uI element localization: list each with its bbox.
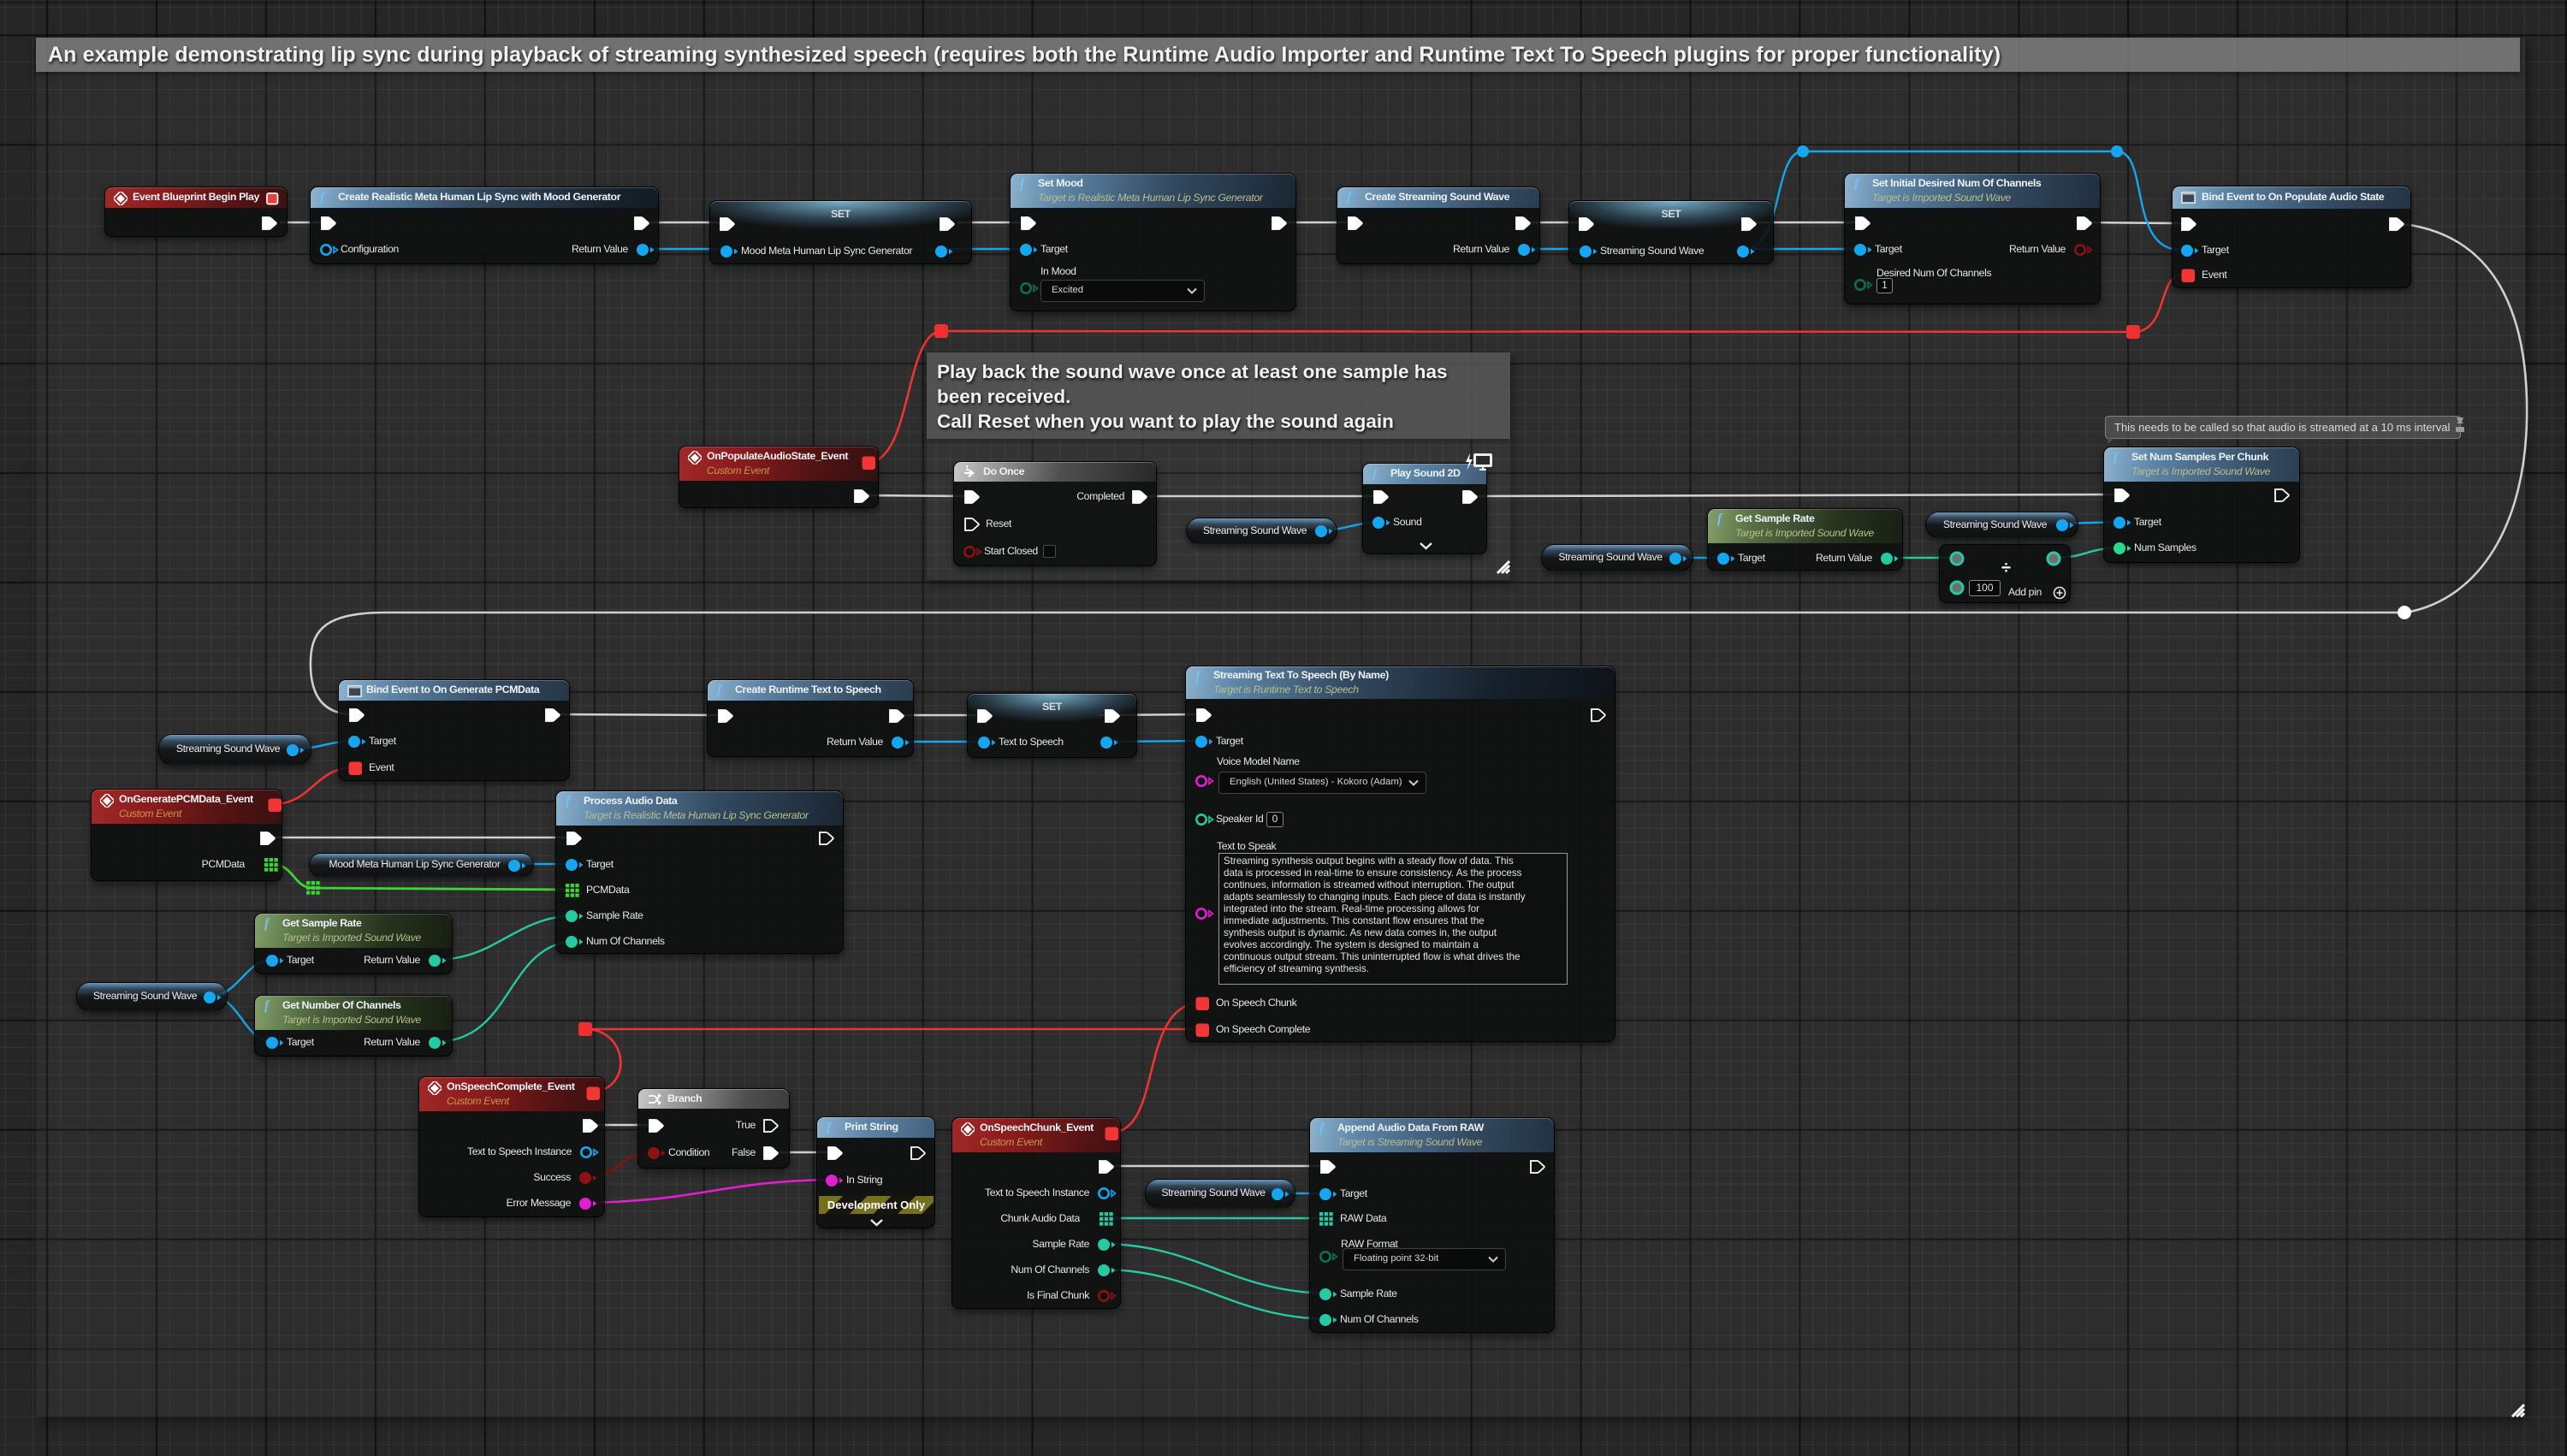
- svg-text:1: 1: [965, 465, 969, 472]
